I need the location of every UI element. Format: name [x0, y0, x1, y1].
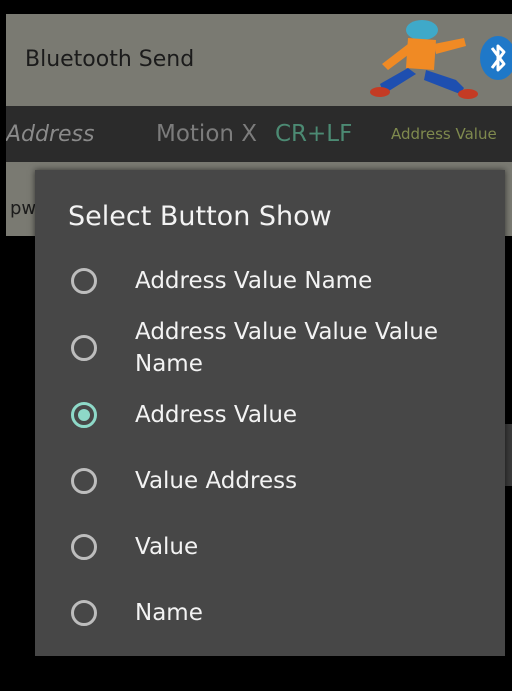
option-value[interactable]: Value [35, 531, 505, 563]
app-bar: Bluetooth Send [6, 14, 512, 106]
radio-checked-icon[interactable] [71, 402, 97, 428]
line-ending-button[interactable]: CR+LF [275, 121, 352, 147]
option-address-value[interactable]: Address Value [35, 399, 505, 431]
option-label: Address Value Name [135, 268, 373, 294]
status-bar [0, 0, 512, 14]
radio-unchecked-icon[interactable] [71, 468, 97, 494]
option-label: Address Value Value Value Name [135, 319, 439, 377]
option-name[interactable]: Name [35, 597, 505, 629]
option-label: Value [135, 534, 199, 560]
option-address-value-value-value-name[interactable]: Address Value Value Value Name [35, 316, 505, 380]
motion-x-button[interactable]: Motion X [156, 121, 257, 147]
radio-unchecked-icon[interactable] [71, 534, 97, 560]
address-button[interactable]: Address [6, 122, 94, 147]
app-title: Bluetooth Send [25, 47, 195, 72]
option-label: Value Address [135, 468, 298, 494]
option-label: Address Value [135, 402, 298, 428]
input-text: pw [10, 198, 37, 219]
dialog-title: Select Button Show [68, 201, 332, 232]
radio-unchecked-icon[interactable] [71, 335, 97, 361]
radio-unchecked-icon[interactable] [71, 268, 97, 294]
radio-unchecked-icon[interactable] [71, 600, 97, 626]
option-value-address[interactable]: Value Address [35, 465, 505, 497]
option-address-value-name[interactable]: Address Value Name [35, 265, 505, 297]
option-label: Name [135, 600, 203, 626]
display-mode-button[interactable]: Address Value [391, 125, 497, 143]
select-button-show-dialog: Select Button Show Address Value Name Ad… [35, 170, 505, 656]
app-logo [370, 20, 512, 99]
toolbar: Address Motion X CR+LF Address Value [6, 106, 512, 162]
